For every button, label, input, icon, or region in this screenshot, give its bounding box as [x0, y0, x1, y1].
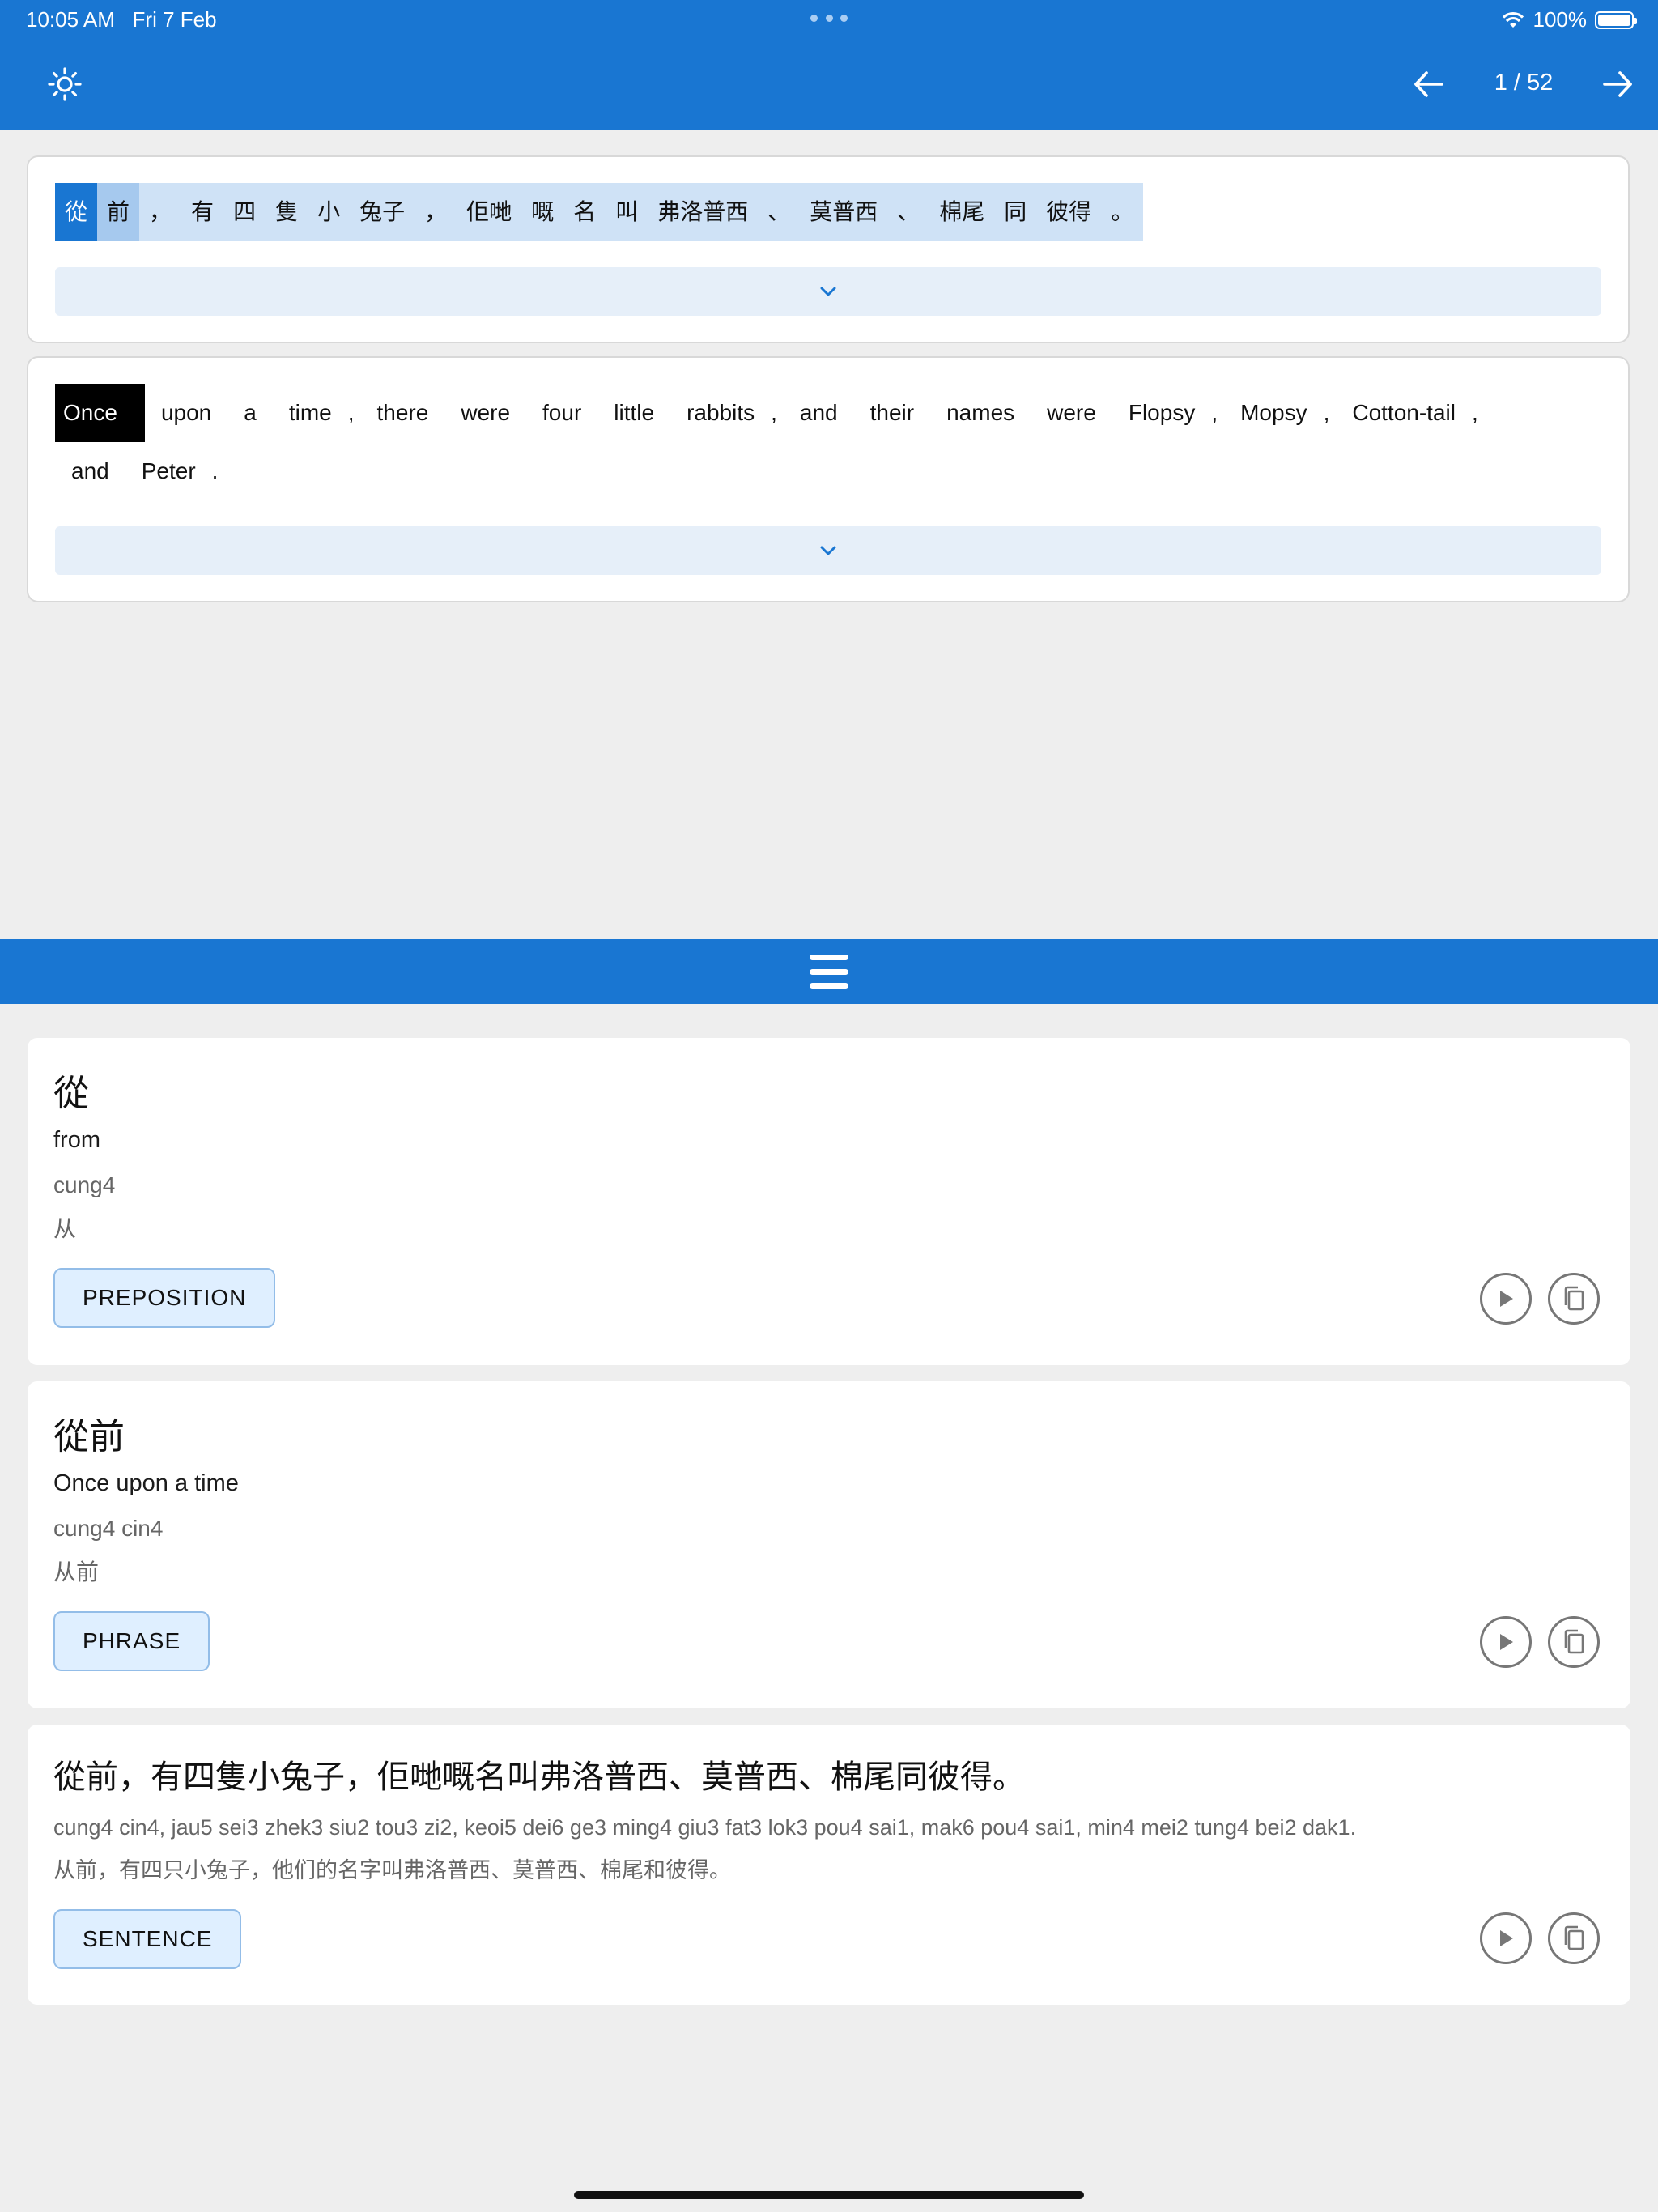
translation-token[interactable]: four	[526, 384, 597, 442]
source-token[interactable]: 兔子	[350, 183, 414, 241]
drag-handle-icon	[810, 955, 848, 989]
source-sentence-card: 從前，有四隻小兔子，佢哋嘅名叫弗洛普西、莫普西、棉尾同彼得。	[27, 155, 1630, 343]
translation-token[interactable]: Mopsy	[1224, 384, 1323, 442]
source-token[interactable]: 有	[181, 183, 223, 241]
simplified: 从前	[53, 1559, 100, 1585]
play-button[interactable]	[1480, 1273, 1532, 1325]
copy-button[interactable]	[1548, 1912, 1600, 1964]
play-icon	[1500, 1930, 1513, 1946]
source-token[interactable]: 同	[994, 183, 1036, 241]
app-header: 10:05 AM Fri 7 Feb 100% 1 / 52	[0, 0, 1658, 130]
battery-icon	[1595, 11, 1637, 29]
source-token[interactable]: 從	[55, 183, 98, 241]
source-token[interactable]: 彼得	[1036, 183, 1101, 241]
source-token[interactable]: 弗洛普西	[648, 183, 758, 241]
translation-token[interactable]: rabbits	[670, 384, 771, 442]
copy-icon	[1564, 1629, 1584, 1654]
panel-divider-handle[interactable]	[0, 939, 1658, 1004]
word-type-tag[interactable]: SENTENCE	[53, 1909, 242, 1969]
source-token[interactable]: 四	[223, 183, 266, 241]
jyutping: cung4 cin4, jau5 sei3 zhek3 siu2 tou3 zi…	[53, 1815, 1357, 1840]
translation-token[interactable]: Flopsy	[1112, 384, 1211, 442]
translation-line-2: and Peter.	[55, 442, 1618, 500]
dictionary-card: 從前 Once upon a time cung4 cin4 从前 PHRASE	[28, 1381, 1630, 1708]
translation-token-lines: Once upon a time, there were four little rabbits…	[55, 384, 1618, 500]
wifi-icon	[1502, 11, 1524, 28]
translation-token[interactable]: ,	[1211, 384, 1224, 442]
expand-translation-button[interactable]	[55, 526, 1601, 575]
status-right: 100%	[1501, 7, 1637, 32]
simplified: 从前，有四只小兔子，他们的名字叫弗洛普西、莫普西、棉尾和彼得。	[53, 1858, 731, 1883]
status-time: 10:05 AM Fri 7 Feb	[26, 7, 217, 32]
copy-button[interactable]	[1548, 1273, 1600, 1325]
source-token[interactable]: ，	[139, 183, 181, 241]
translation-token[interactable]: Once	[55, 384, 145, 442]
translation-token[interactable]: Peter	[125, 442, 212, 500]
source-token[interactable]: 名	[563, 183, 606, 241]
word-type-tag[interactable]: PREPOSITION	[53, 1268, 276, 1328]
translation-token[interactable]: names	[930, 384, 1031, 442]
arrow-left-icon[interactable]	[1411, 68, 1445, 100]
home-indicator[interactable]	[574, 2191, 1084, 2199]
source-token[interactable]: 前	[97, 183, 140, 241]
translation-token[interactable]: Cotton-tail	[1336, 384, 1472, 442]
copy-icon	[1564, 1286, 1584, 1311]
translation-token[interactable]: a	[227, 384, 273, 442]
battery-percent: 100%	[1533, 7, 1588, 32]
play-icon	[1500, 1634, 1513, 1650]
source-token[interactable]: 叫	[606, 183, 648, 241]
page-indicator: 1 / 52	[1494, 70, 1554, 96]
translation-line-1: Once upon a time, there were four little rabbits…	[55, 384, 1618, 442]
chevron-down-icon	[820, 546, 836, 555]
source-token[interactable]: ，	[414, 183, 457, 241]
sun-icon[interactable]	[47, 66, 83, 102]
arrow-right-icon[interactable]	[1601, 68, 1635, 100]
word-type-tag[interactable]: PHRASE	[53, 1611, 210, 1671]
dictionary-card: 從 from cung4 从 PREPOSITION	[28, 1038, 1630, 1365]
source-token[interactable]: 隻	[266, 183, 308, 241]
translation-token[interactable]: and	[55, 442, 125, 500]
play-icon	[1500, 1291, 1513, 1307]
translation-token[interactable]: ,	[1324, 384, 1337, 442]
translation-card: Once upon a time, there were four little rabbits…	[27, 356, 1630, 602]
source-token[interactable]: 、	[758, 183, 800, 241]
translation-token[interactable]: ,	[1472, 384, 1485, 442]
translation-token[interactable]: ,	[771, 384, 784, 442]
source-token[interactable]: 小	[308, 183, 350, 241]
source-token[interactable]: 。	[1101, 183, 1143, 241]
translation-token[interactable]: were	[1031, 384, 1112, 442]
source-token[interactable]: 棉尾	[929, 183, 994, 241]
translation-token[interactable]: .	[212, 442, 225, 500]
dictionary-card: 從前，有四隻小兔子，佢哋嘅名叫弗洛普西、莫普西、棉尾同彼得。 cung4 cin…	[28, 1725, 1630, 2005]
source-token[interactable]: 莫普西	[800, 183, 887, 241]
chevron-down-icon	[820, 287, 836, 296]
simplified: 从	[53, 1215, 77, 1242]
multitasking-dots-icon[interactable]	[810, 15, 848, 23]
play-button[interactable]	[1480, 1912, 1532, 1964]
source-token[interactable]: 、	[887, 183, 929, 241]
source-token[interactable]: 嘅	[521, 183, 563, 241]
translation-token[interactable]: their	[854, 384, 930, 442]
copy-button[interactable]	[1548, 1616, 1600, 1668]
translation-token[interactable]: ,	[348, 384, 361, 442]
translation-token[interactable]: there	[361, 384, 445, 442]
translation-token[interactable]: little	[597, 384, 670, 442]
headword: 從	[53, 1073, 89, 1114]
source-token-line: 從前，有四隻小兔子，佢哋嘅名叫弗洛普西、莫普西、棉尾同彼得。	[55, 183, 1144, 241]
meaning: from	[53, 1127, 100, 1153]
play-button[interactable]	[1480, 1616, 1532, 1668]
meaning: Once upon a time	[53, 1470, 239, 1496]
copy-icon	[1564, 1925, 1584, 1950]
translation-token[interactable]: were	[444, 384, 526, 442]
headword: 從前	[53, 1416, 125, 1457]
translation-token[interactable]: time	[273, 384, 348, 442]
source-token[interactable]: 佢哋	[457, 183, 521, 241]
expand-source-button[interactable]	[55, 267, 1601, 316]
translation-token[interactable]: and	[784, 384, 854, 442]
translation-token[interactable]: upon	[145, 384, 227, 442]
jyutping: cung4 cin4	[53, 1516, 164, 1541]
jyutping: cung4	[53, 1172, 116, 1197]
headword: 從前，有四隻小兔子，佢哋嘅名叫弗洛普西、莫普西、棉尾同彼得。	[53, 1759, 1025, 1796]
